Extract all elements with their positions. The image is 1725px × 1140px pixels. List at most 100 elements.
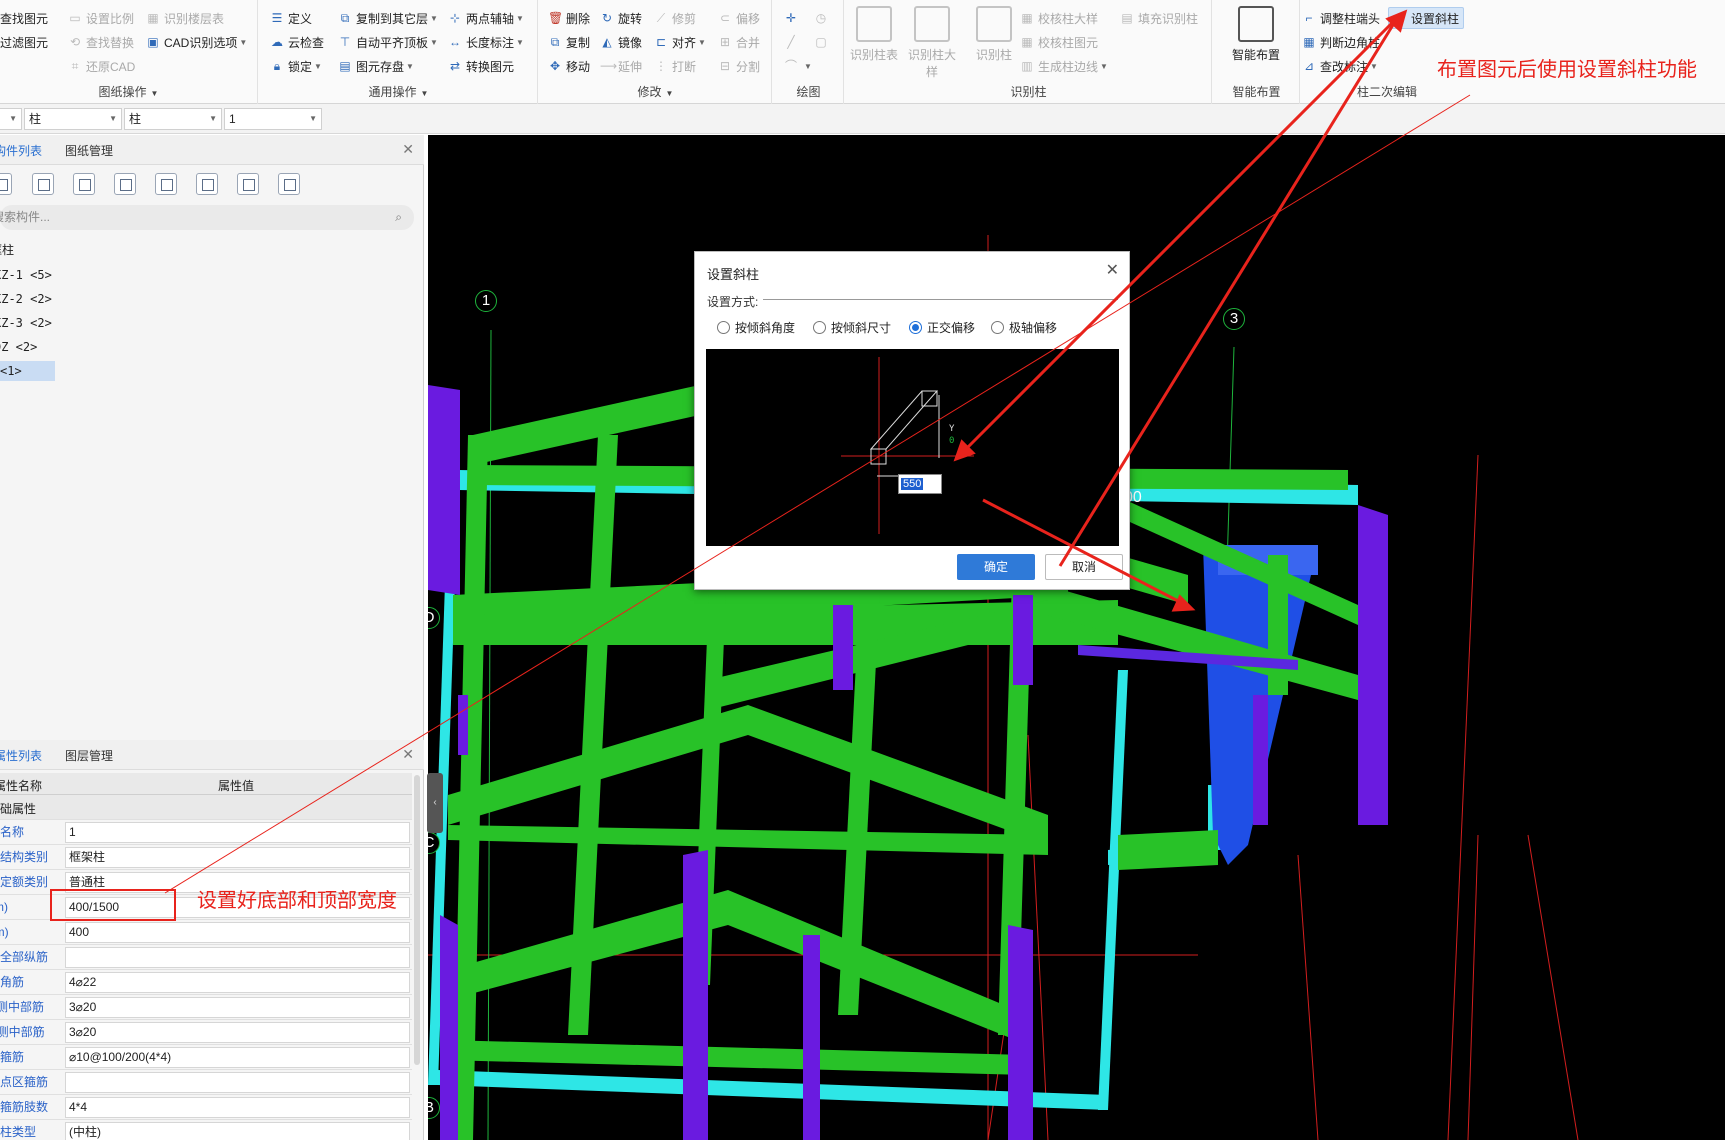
copy-component-icon[interactable] (32, 173, 54, 195)
search-icon[interactable]: ⌕ (395, 205, 402, 230)
restore-cad-button[interactable]: ⌗ 还原CAD (68, 55, 136, 77)
property-value[interactable]: ⌀10@100/200(4*4) (65, 1047, 410, 1068)
tab-property-list[interactable]: 属性列表 (0, 747, 42, 764)
property-section-basic[interactable]: 基础属性 (0, 795, 412, 820)
property-row[interactable]: B边一侧中部筋 3⌀20 (0, 995, 412, 1020)
define-button[interactable]: ☰ 定义 (270, 7, 312, 29)
green-beam-truss-upper[interactable] (448, 705, 1048, 845)
close-icon[interactable]: ✕ (402, 141, 414, 158)
selector-arrow-only[interactable]: ▼ (0, 108, 22, 130)
tree-item-dz[interactable]: DZ <2> (0, 337, 37, 357)
cyan-beam-bottom[interactable] (438, 1070, 1108, 1110)
two-point-axis-button[interactable]: ⊹ 两点辅轴 ▼ (448, 7, 524, 29)
adjust-col-end-button[interactable]: ⌐ 调整柱端头 (1302, 7, 1380, 29)
gen-col-edge-button[interactable]: ▥ 生成柱边线 ▼ (1020, 55, 1108, 77)
radio-by-angle[interactable]: 按倾斜角度 (717, 319, 795, 336)
purple-column-9[interactable] (1358, 505, 1388, 825)
recognize-floor-table-button[interactable]: ▦ 识别楼层表 (146, 7, 224, 29)
filter-element-button[interactable]: 过滤图元 (0, 31, 48, 53)
property-row[interactable]: 柱类型 (中柱) (0, 1120, 412, 1140)
lock-button[interactable]: 🔒︎ 锁定 ▼ (270, 55, 322, 77)
tree-item-selected[interactable]: <1> (0, 361, 55, 381)
property-row[interactable]: 角筋 4⌀22 (0, 970, 412, 995)
filter-component-icon[interactable] (196, 173, 218, 195)
purple-column-2[interactable] (440, 915, 458, 1140)
property-row[interactable]: 截面高度(H边)(mm) 400 (0, 920, 412, 945)
green-column-6[interactable] (1268, 555, 1288, 695)
property-row[interactable]: 结构类别 框架柱 (0, 845, 412, 870)
set-slant-col-button[interactable]: ⟋ 设置斜柱 (1388, 7, 1465, 29)
convert-element-button[interactable]: ⇄ 转换图元 (448, 55, 514, 77)
merge-button[interactable]: ⊞ 合并 (718, 31, 760, 53)
radio-by-size[interactable]: 按倾斜尺寸 (813, 319, 891, 336)
purple-column-5[interactable] (1008, 925, 1033, 1140)
chevron-down-icon[interactable]: ▼ (421, 89, 429, 98)
fill-recognize-col-button[interactable]: ▤ 填充识别柱 (1120, 7, 1198, 29)
offset-button[interactable]: ⊂ 偏移 (718, 7, 760, 29)
find-replace-button[interactable]: ⟲ 查找替换 (68, 31, 134, 53)
view-dim-button[interactable]: ⊿ 查改标注 ▼ (1302, 55, 1378, 77)
slant-preview-canvas[interactable]: Y 0 550 (706, 349, 1119, 546)
purple-column-8[interactable] (1253, 695, 1268, 825)
check-col-element-button[interactable]: ▦ 校核柱图元 (1020, 31, 1098, 53)
property-value[interactable]: 3⌀20 (65, 1022, 410, 1043)
component-type-select[interactable]: 柱 ▼ (24, 108, 122, 130)
tab-component-list[interactable]: 构件列表 (0, 142, 42, 159)
judge-edge-corner-button[interactable]: ▦ 判断边角柱 (1302, 31, 1380, 53)
tab-drawing-management[interactable]: 图纸管理 (65, 142, 113, 159)
property-value[interactable]: 400 (65, 922, 410, 943)
smart-layout-button[interactable]: 智能布置 (1228, 6, 1284, 76)
green-beam-truss-lower[interactable] (448, 890, 1028, 1045)
property-row[interactable]: 名称 1 (0, 820, 412, 845)
tree-item-kz3[interactable]: KZ-3 <2> (0, 313, 52, 333)
green-beam-right-low[interactable] (1118, 830, 1218, 870)
move-button[interactable]: ✥ 移动 (548, 55, 590, 77)
green-beam-bottom[interactable] (443, 1040, 1028, 1075)
property-value[interactable]: 框架柱 (65, 847, 410, 868)
rotate-button[interactable]: ↻ 旋转 (600, 7, 642, 29)
list-component-icon[interactable] (278, 173, 300, 195)
component-name-select[interactable]: 1 ▼ (224, 108, 322, 130)
recognize-col-detail-button[interactable]: 识别柱大样 (904, 6, 960, 79)
delete-button[interactable]: 🗑︎ 删除 (548, 7, 590, 29)
close-icon[interactable]: ✕ (1106, 260, 1119, 280)
auto-align-top-button[interactable]: ⊤ 自动平齐顶板 ▼ (338, 31, 438, 53)
align-button[interactable]: ⊏ 对齐 ▼ (654, 31, 706, 53)
property-value[interactable]: 3⌀20 (65, 997, 410, 1018)
mirror-button[interactable]: ◭ 镜像 (600, 31, 642, 53)
property-row[interactable]: 箍筋肢数 4*4 (0, 1095, 412, 1120)
purple-column-3[interactable] (683, 850, 708, 1140)
tree-item-kz1[interactable]: KZ-1 <5> (0, 265, 52, 285)
cancel-button[interactable]: 取消 (1045, 554, 1123, 580)
extend-button[interactable]: ⟶ 延伸 (600, 55, 642, 77)
element-save-button[interactable]: ▤ 图元存盘 ▼ (338, 55, 414, 77)
find-element-button[interactable]: 查找图元 (0, 7, 48, 29)
chevron-down-icon[interactable]: ▼ (151, 89, 159, 98)
layer-copy-icon[interactable] (155, 173, 177, 195)
duplicate-component-icon[interactable] (114, 173, 136, 195)
tab-layer-management[interactable]: 图层管理 (65, 747, 113, 764)
component-subtype-select[interactable]: 柱 ▼ (124, 108, 222, 130)
cyan-column-right[interactable] (1098, 670, 1128, 1110)
cloud-check-button[interactable]: ☁ 云检查 (270, 31, 324, 53)
property-value[interactable]: 1 (65, 822, 410, 843)
set-scale-button[interactable]: ▭ 设置比例 (68, 7, 134, 29)
recognize-col-table-button[interactable]: 识别柱表 (846, 6, 902, 76)
point-draw-button[interactable]: ✛ (784, 7, 802, 29)
ok-button[interactable]: 确定 (957, 554, 1035, 580)
line-draw-button[interactable]: ╱ (784, 31, 802, 53)
trim-button[interactable]: ⟋ 修剪 (654, 7, 696, 29)
radio-polar-offset[interactable]: 极轴偏移 (991, 319, 1057, 336)
delete-component-icon[interactable] (73, 173, 95, 195)
recognize-col-button[interactable]: 识别柱 (966, 6, 1022, 76)
offset-value-input[interactable]: 550 (898, 474, 942, 494)
purple-column-6[interactable] (833, 605, 853, 690)
break-button[interactable]: ⋮ 打断 (654, 55, 696, 77)
copy-to-other-floor-button[interactable]: ⧉ 复制到其它层 ▼ (338, 7, 438, 29)
component-search-input[interactable]: 搜索构件... ⌕ (0, 205, 414, 230)
panel-collapse-button[interactable]: ‹ (427, 773, 443, 833)
property-value[interactable] (65, 947, 410, 968)
purple-column-1[interactable] (428, 385, 460, 595)
check-col-detail-button[interactable]: ▦ 校核柱大样 (1020, 7, 1098, 29)
length-dim-button[interactable]: ↔ 长度标注 ▼ (448, 31, 524, 53)
